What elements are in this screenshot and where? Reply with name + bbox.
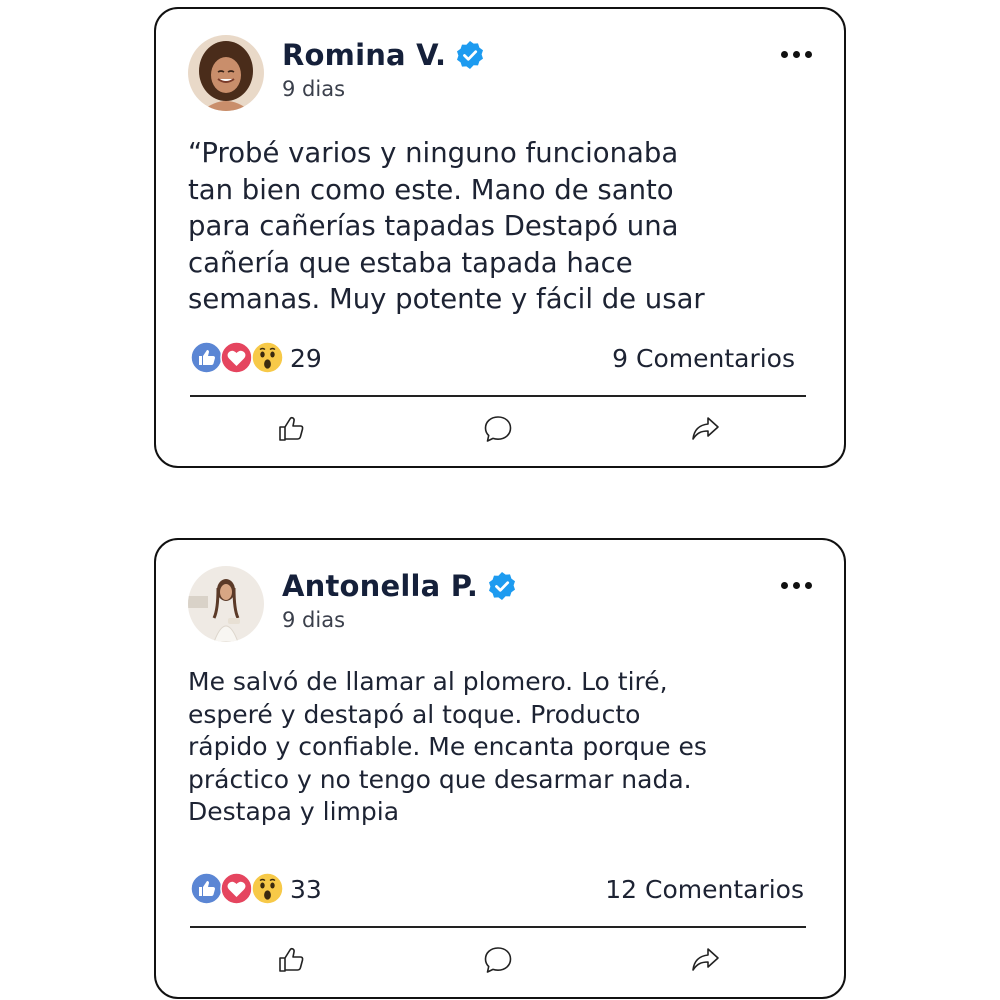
reaction-count: 29 xyxy=(290,343,322,373)
wow-icon xyxy=(251,341,284,374)
divider xyxy=(190,926,806,928)
reaction-summary[interactable]: 29 xyxy=(190,341,322,375)
review-card-1: Romina V. 9 dias “Probé varios y ninguno… xyxy=(154,7,846,468)
share-button[interactable] xyxy=(685,940,725,980)
like-button[interactable] xyxy=(272,940,312,980)
thumbs-up-icon xyxy=(279,416,304,441)
action-bar xyxy=(156,409,844,449)
review-text: Me salvó de llamar al plomero. Lo tiré, … xyxy=(188,667,707,827)
verified-badge-icon xyxy=(455,40,485,70)
like-icon xyxy=(190,341,223,374)
comment-button[interactable] xyxy=(478,940,518,980)
love-icon xyxy=(220,341,253,374)
share-arrow-icon xyxy=(692,417,719,440)
divider xyxy=(190,395,806,397)
share-button[interactable] xyxy=(685,409,725,449)
avatar[interactable] xyxy=(188,566,264,642)
comment-bubble-icon xyxy=(484,947,512,973)
more-options-icon[interactable] xyxy=(777,578,816,593)
more-options-icon[interactable] xyxy=(777,47,816,62)
wow-icon xyxy=(251,872,284,905)
reaction-summary[interactable]: 33 xyxy=(190,872,322,906)
like-icon xyxy=(190,872,223,905)
love-icon xyxy=(220,872,253,905)
action-bar xyxy=(156,940,844,980)
comments-count-link[interactable]: 12 Comentarios xyxy=(605,875,804,904)
thumbs-up-icon xyxy=(279,947,304,972)
share-arrow-icon xyxy=(692,948,719,971)
verified-badge-icon xyxy=(487,571,517,601)
reaction-count: 33 xyxy=(290,874,322,904)
author-name[interactable]: Antonella P. xyxy=(282,569,478,603)
review-card-2: Antonella P. 9 dias Me salvó de llamar a… xyxy=(154,538,846,999)
post-time: 9 dias xyxy=(282,77,346,101)
comments-count-link[interactable]: 9 Comentarios xyxy=(612,344,795,373)
comment-bubble-icon xyxy=(484,416,512,442)
review-text: “Probé varios y ninguno funcionaba tan b… xyxy=(188,137,705,315)
like-button[interactable] xyxy=(272,409,312,449)
comment-button[interactable] xyxy=(478,409,518,449)
author-name[interactable]: Romina V. xyxy=(282,38,446,72)
avatar[interactable] xyxy=(188,35,264,111)
post-time: 9 dias xyxy=(282,608,346,632)
